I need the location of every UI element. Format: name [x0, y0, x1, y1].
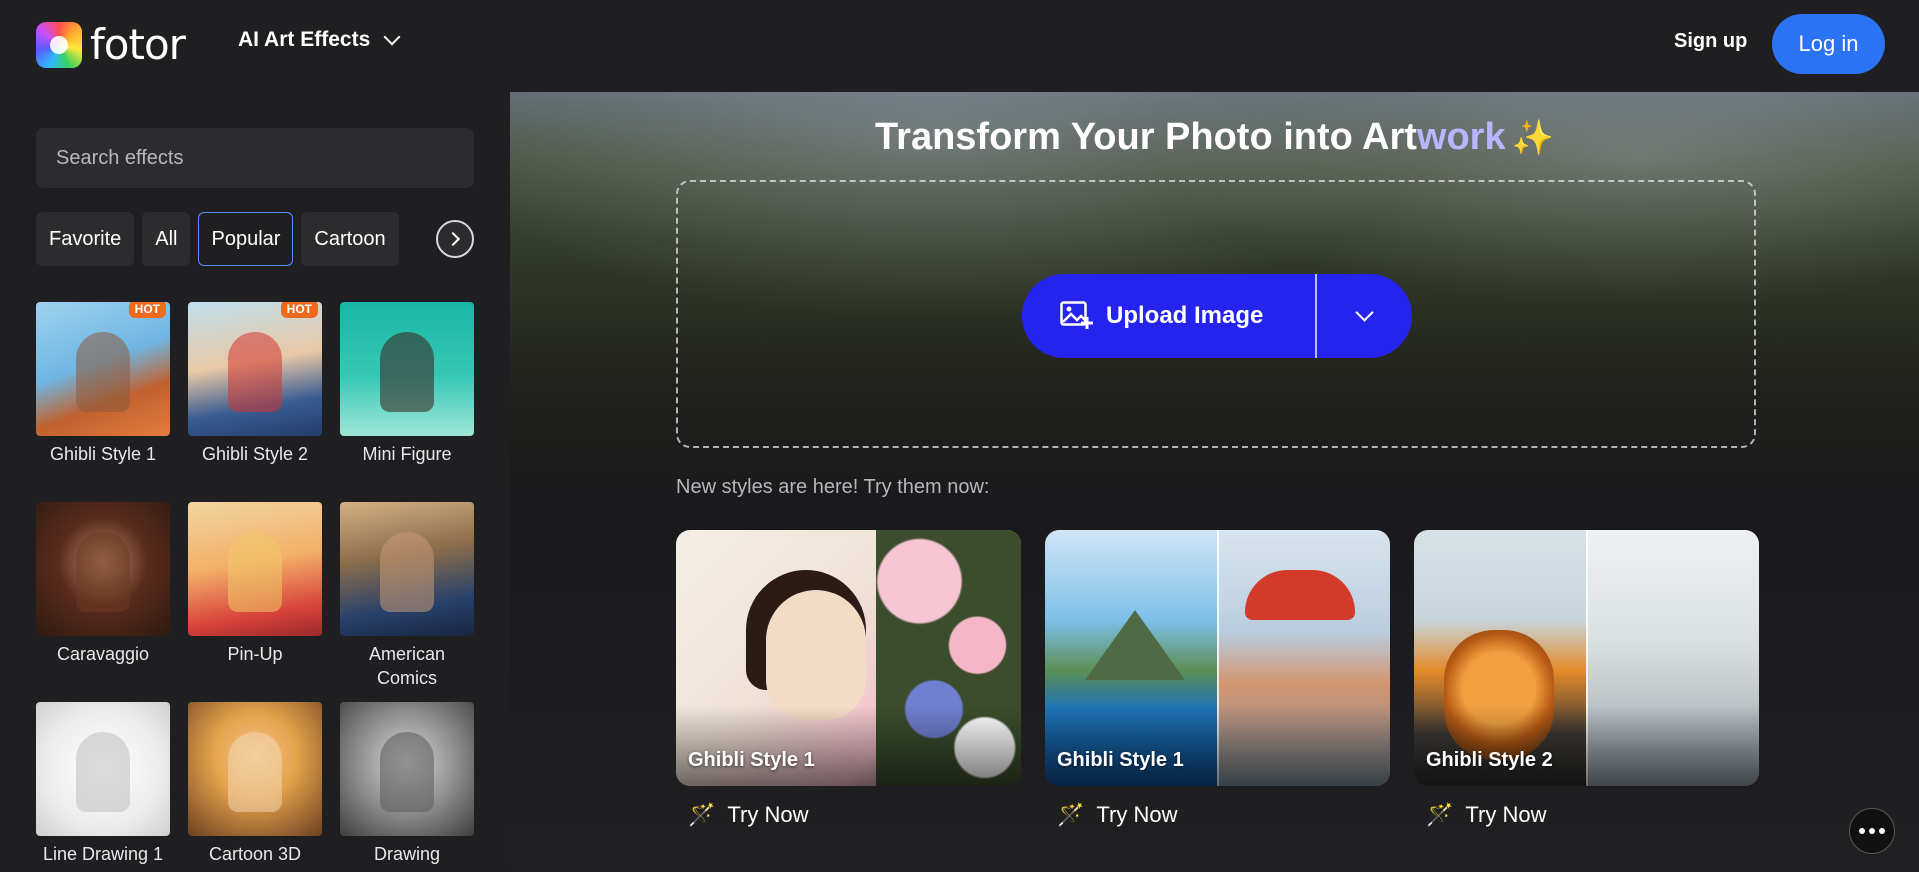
signup-link[interactable]: Sign up [1674, 30, 1747, 53]
effect-cartoon-3d[interactable]: Cartoon 3D [188, 702, 322, 872]
magic-wand-icon: 🪄 [1057, 802, 1085, 827]
effect-thumbnail [188, 502, 322, 636]
tab-favorite[interactable]: Favorite [36, 212, 135, 266]
effect-label: Cartoon 3D [208, 844, 302, 864]
effects-grid: HOT Ghibli Style 1 HOT Ghibli Style 2 Mi… [36, 302, 474, 872]
try-now-label: Try Now [1465, 802, 1547, 827]
more-options-button[interactable] [1849, 808, 1895, 854]
logo-text: fotor [90, 20, 186, 69]
thumb-figure [76, 732, 130, 812]
image-upload-icon [1060, 301, 1093, 329]
try-now-label: Try Now [727, 802, 809, 827]
magic-wand-icon: 🪄 [1426, 802, 1454, 827]
main-content: Transform Your Photo into Artwork ✨ Uploa… [510, 92, 1919, 870]
thumb-figure [228, 732, 282, 812]
thumb-figure [228, 532, 282, 612]
style-card-image[interactable]: Ghibli Style 1 [676, 530, 1021, 786]
thumb-figure [228, 332, 282, 412]
card-fade [676, 706, 1021, 786]
style-cards: Ghibli Style 1 🪄 Try Now Ghibli Style 1 … [676, 530, 1759, 828]
style-card-label: Ghibli Style 2 [1426, 749, 1553, 771]
try-now-button[interactable]: 🪄 Try Now [1057, 802, 1390, 828]
effect-mini-figure[interactable]: Mini Figure [340, 302, 474, 502]
new-styles-text: New styles are here! Try them now: [676, 476, 990, 498]
upload-image-button[interactable]: Upload Image [1022, 274, 1412, 358]
style-card-image[interactable]: Ghibli Style 1 [1045, 530, 1390, 786]
login-button[interactable]: Log in [1772, 14, 1885, 74]
try-now-button[interactable]: 🪄 Try Now [688, 802, 1021, 828]
card-fade [1414, 706, 1759, 786]
hot-badge: HOT [128, 302, 166, 318]
style-card-image[interactable]: Ghibli Style 2 [1414, 530, 1759, 786]
effect-drawing[interactable]: Drawing [340, 702, 474, 872]
effect-ghibli-style-2[interactable]: HOT Ghibli Style 2 [188, 302, 322, 502]
upload-label: Upload Image [1106, 302, 1264, 329]
effect-category-tabs: Favorite All Popular Cartoon [36, 212, 399, 266]
title-prefix: Transform Your Photo into Art [875, 116, 1417, 158]
title-accent: work [1416, 116, 1506, 158]
thumb-figure [76, 332, 130, 412]
style-card: Ghibli Style 2 🪄 Try Now [1414, 530, 1759, 828]
hot-badge: HOT [280, 302, 318, 318]
try-now-label: Try Now [1096, 802, 1178, 827]
effects-sidebar: Favorite All Popular Cartoon HOT Ghibli … [0, 92, 510, 870]
tabs-next-button[interactable] [436, 220, 474, 258]
effect-label: Caravaggio [56, 644, 150, 664]
tab-popular[interactable]: Popular [198, 212, 294, 266]
thumb-figure [76, 532, 130, 612]
ai-art-effects-menu[interactable]: AI Art Effects [238, 28, 401, 52]
effect-label: American Comics [368, 644, 446, 688]
style-card-label: Ghibli Style 1 [1057, 749, 1184, 771]
effect-line-drawing-1[interactable]: Line Drawing 1 [36, 702, 170, 872]
more-icon [1879, 828, 1885, 834]
effect-thumbnail [340, 502, 474, 636]
chevron-right-icon [445, 231, 461, 247]
effect-thumbnail: HOT [36, 302, 170, 436]
effect-label: Line Drawing 1 [42, 844, 164, 864]
effect-thumbnail [340, 302, 474, 436]
chevron-down-icon [383, 28, 401, 46]
upload-main-area[interactable]: Upload Image [1022, 274, 1315, 358]
effect-label: Ghibli Style 1 [49, 444, 157, 464]
effect-label: Ghibli Style 2 [201, 444, 309, 464]
style-card: Ghibli Style 1 🪄 Try Now [1045, 530, 1390, 828]
tab-cartoon[interactable]: Cartoon [301, 212, 399, 266]
effect-ghibli-style-1[interactable]: HOT Ghibli Style 1 [36, 302, 170, 502]
effect-caravaggio[interactable]: Caravaggio [36, 502, 170, 702]
effect-label: Drawing [373, 844, 441, 864]
sparkle-icon: ✨ [1511, 119, 1554, 157]
thumb-figure [380, 332, 434, 412]
face-shape [766, 590, 866, 720]
effect-thumbnail [340, 702, 474, 836]
effect-label: Mini Figure [362, 444, 452, 464]
effect-thumbnail: HOT [188, 302, 322, 436]
upload-dropzone[interactable]: Upload Image [676, 180, 1756, 448]
nav-menu-label: AI Art Effects [238, 28, 371, 51]
effect-pin-up[interactable]: Pin-Up [188, 502, 322, 702]
thumb-figure [380, 732, 434, 812]
logo-icon [36, 21, 82, 68]
style-card: Ghibli Style 1 🪄 Try Now [676, 530, 1021, 828]
effect-label: Pin-Up [227, 644, 283, 664]
more-icon [1859, 828, 1865, 834]
effect-thumbnail [36, 502, 170, 636]
top-header: fotor AI Art Effects Sign up Log in [0, 0, 1919, 92]
search-effects-input[interactable] [36, 128, 474, 188]
more-icon [1869, 828, 1875, 834]
effect-american-comics[interactable]: American Comics [340, 502, 474, 702]
card-fade [1045, 706, 1390, 786]
style-card-label: Ghibli Style 1 [688, 749, 815, 771]
fotor-logo[interactable]: fotor [36, 20, 186, 69]
effect-thumbnail [36, 702, 170, 836]
chevron-down-icon [1355, 302, 1374, 322]
effect-thumbnail [188, 702, 322, 836]
thumb-figure [380, 532, 434, 612]
upload-options-dropdown[interactable] [1317, 274, 1413, 358]
try-now-button[interactable]: 🪄 Try Now [1426, 802, 1759, 828]
tab-all[interactable]: All [142, 212, 191, 266]
page-title: Transform Your Photo into Artwork ✨ [510, 116, 1919, 159]
magic-wand-icon: 🪄 [688, 802, 716, 827]
